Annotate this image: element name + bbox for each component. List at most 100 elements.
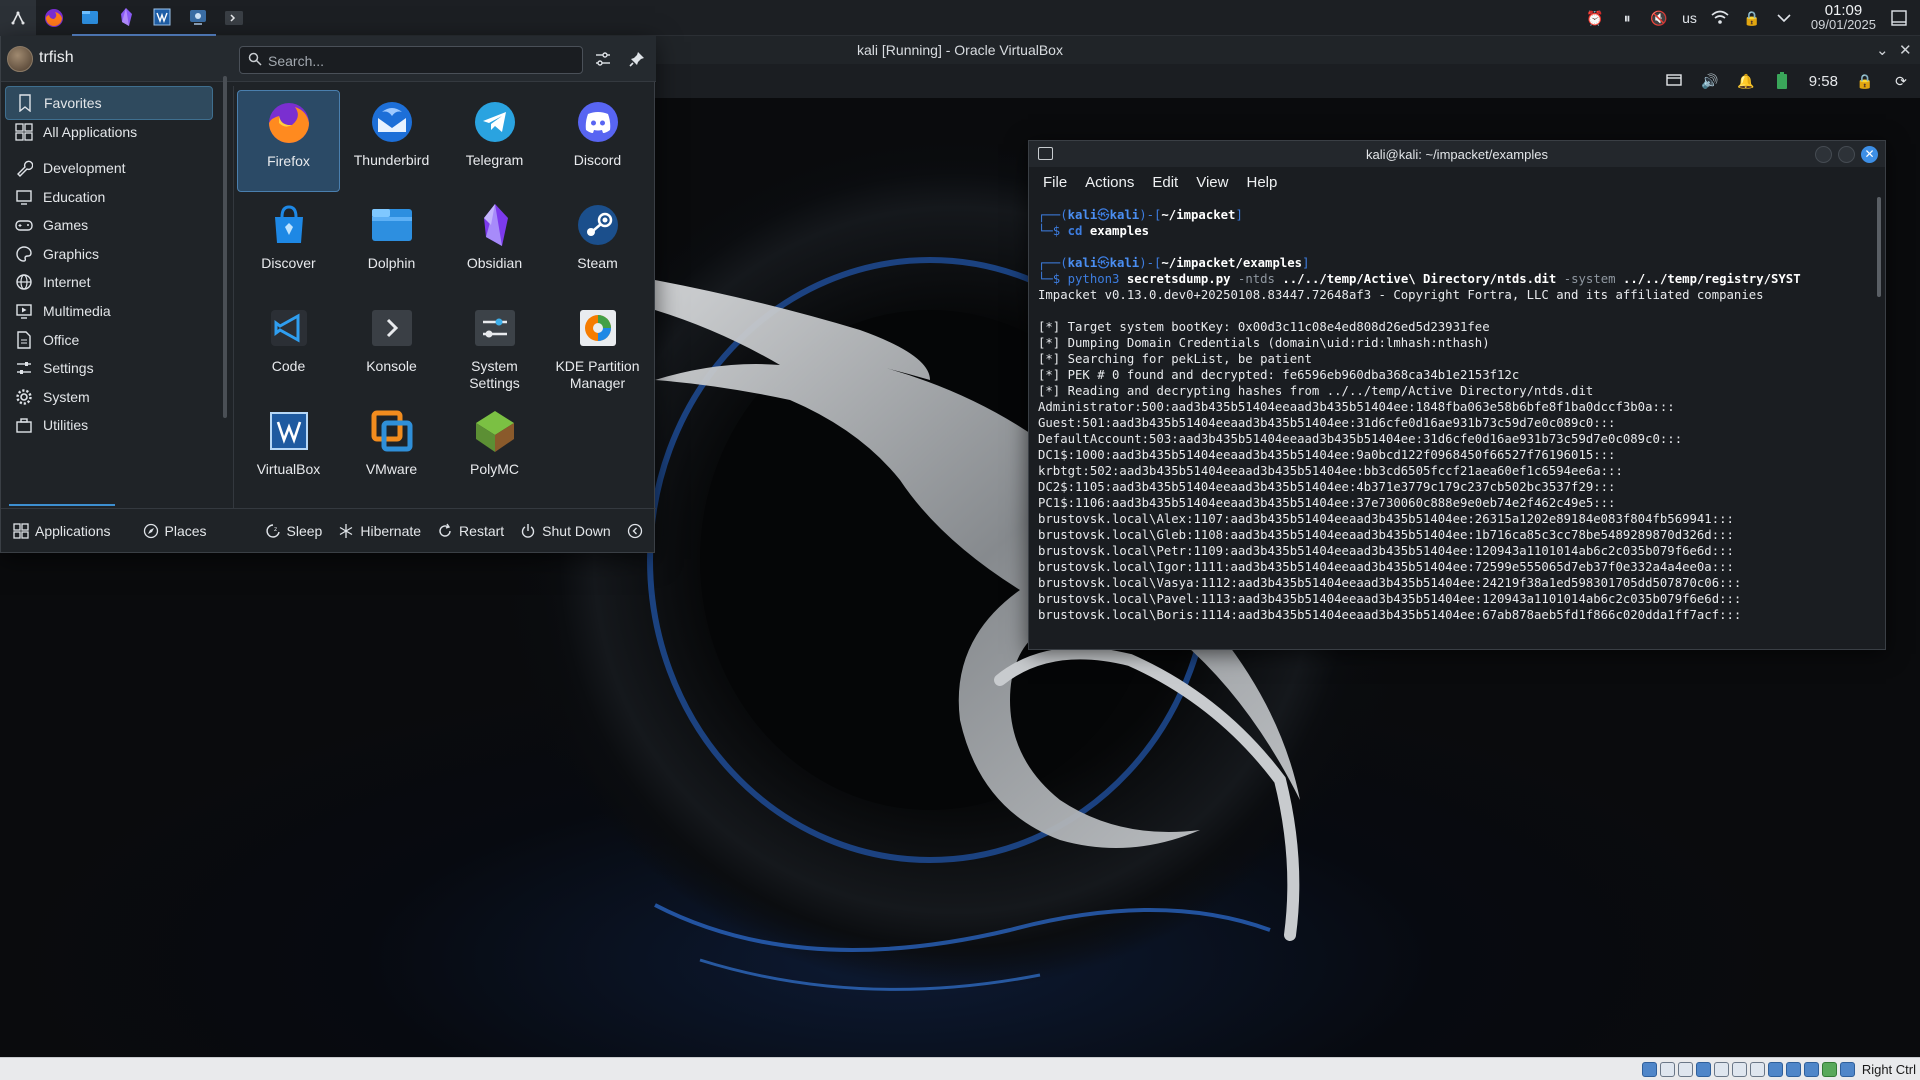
cpu-icon[interactable] — [1785, 1061, 1801, 1077]
power-icon[interactable]: ⟳ — [1892, 72, 1910, 90]
digital-clock[interactable]: 01:09 09/01/2025 — [1810, 3, 1876, 32]
terminal-menubar: File Actions Edit View Help — [1029, 167, 1885, 197]
command-script: secretsdump.py — [1126, 272, 1231, 286]
close-icon[interactable]: ✕ — [1899, 41, 1912, 59]
output-line: PC1$:1106:aad3b435b51404eeaad3b435b51404… — [1038, 496, 1616, 510]
app-launcher-icon[interactable] — [0, 0, 36, 36]
sidebar-item-label: Internet — [43, 274, 91, 291]
system-tray: ⏰ ⏸ 🔇 us 🔒 01:09 09/01/2025 — [1586, 0, 1920, 36]
app-tile-kde-partition-manager[interactable]: KDE Partition Manager — [546, 296, 649, 398]
sleep-icon: z — [265, 524, 280, 538]
chevron-down-icon[interactable] — [1775, 9, 1793, 27]
prompt-user: kali — [1067, 256, 1098, 270]
app-tile-steam[interactable]: Steam — [546, 193, 649, 295]
app-tile-dolphin[interactable]: Dolphin — [340, 193, 443, 295]
mouse-integration-icon[interactable] — [1821, 1061, 1837, 1077]
output-line: krbtgt:502:aad3b435b51404eeaad3b435b5140… — [1038, 464, 1623, 478]
clock-date: 09/01/2025 — [1810, 17, 1876, 32]
app-tile-discord[interactable]: Discord — [546, 90, 649, 192]
more-button[interactable] — [621, 516, 649, 546]
lock-icon[interactable]: 🔒 — [1743, 9, 1761, 27]
tab-places[interactable]: Places — [137, 516, 213, 546]
app-tile-discover[interactable]: Discover — [237, 193, 340, 295]
steam-icon — [574, 201, 622, 249]
media-pause-icon[interactable]: ⏸ — [1618, 9, 1636, 27]
menu-file[interactable]: File — [1043, 174, 1067, 191]
restart-button[interactable]: Restart — [431, 516, 510, 546]
virtualization-icon[interactable] — [1803, 1061, 1819, 1077]
menu-view[interactable]: View — [1196, 174, 1228, 191]
app-tile-label: Code — [271, 358, 306, 374]
pin-icon[interactable] — [627, 49, 647, 69]
minimize-chevron-icon[interactable]: ⌄ — [1876, 41, 1889, 59]
hibernate-button[interactable]: Hibernate — [332, 516, 427, 546]
recording-icon[interactable] — [1767, 1061, 1783, 1077]
app-tile-vmware[interactable]: VMware — [340, 399, 443, 501]
avatar[interactable] — [7, 46, 33, 72]
screen-icon[interactable] — [1665, 72, 1683, 90]
app-tile-virtualbox[interactable]: VirtualBox — [237, 399, 340, 501]
prompt-path: ~/impacket — [1161, 208, 1236, 222]
sidebar-item-all-applications[interactable]: All Applications — [5, 115, 213, 149]
output-line: DC1$:1000:aad3b435b51404eeaad3b435b51404… — [1038, 448, 1616, 462]
tab-applications[interactable]: Applications — [7, 516, 117, 546]
wifi-icon[interactable] — [1711, 9, 1729, 27]
optical-drive-icon[interactable] — [1659, 1061, 1675, 1077]
app-tile-system-settings[interactable]: System Settings — [443, 296, 546, 398]
shared-folders-icon[interactable] — [1731, 1061, 1747, 1077]
terminal-titlebar[interactable]: kali@kali: ~/impacket/examples ✕ — [1029, 141, 1885, 167]
lock-screen-icon[interactable]: 🔒 — [1856, 72, 1874, 90]
app-tile-telegram[interactable]: Telegram — [443, 90, 546, 192]
close-button[interactable]: ✕ — [1861, 146, 1878, 163]
command-option: -system — [1563, 272, 1616, 286]
dolphin-icon[interactable] — [72, 0, 108, 36]
minimize-button[interactable] — [1815, 146, 1832, 163]
grid-icon — [15, 123, 33, 141]
volume-muted-icon[interactable]: 🔇 — [1650, 9, 1668, 27]
audio-icon[interactable] — [1677, 1061, 1693, 1077]
menu-help[interactable]: Help — [1246, 174, 1277, 191]
menu-actions[interactable]: Actions — [1085, 174, 1134, 191]
konsole-icon[interactable] — [216, 0, 252, 36]
display-icon[interactable] — [1749, 1061, 1765, 1077]
guest-clock[interactable]: 9:58 — [1809, 73, 1838, 90]
virtualbox-icon[interactable] — [144, 0, 180, 36]
terminal-window[interactable]: kali@kali: ~/impacket/examples ✕ File Ac… — [1028, 140, 1886, 650]
network-icon[interactable] — [1695, 1061, 1711, 1077]
sidebar-scrollbar[interactable] — [223, 76, 227, 418]
window-title: kali [Running] - Oracle VirtualBox — [857, 42, 1063, 58]
firefox-icon[interactable] — [36, 0, 72, 36]
show-desktop-icon[interactable] — [1890, 9, 1908, 27]
maximize-button[interactable] — [1838, 146, 1855, 163]
sidebar-item-utilities[interactable]: Utilities — [5, 408, 213, 442]
configure-icon[interactable] — [593, 49, 613, 69]
app-tile-polymc[interactable]: PolyMC — [443, 399, 546, 501]
search-input[interactable] — [268, 51, 568, 71]
shutdown-button[interactable]: Shut Down — [514, 516, 616, 546]
app-tile-label: Dolphin — [367, 255, 416, 271]
usb-icon[interactable] — [1713, 1061, 1729, 1077]
app-tile-konsole[interactable]: Konsole — [340, 296, 443, 398]
app-tile-firefox[interactable]: Firefox — [237, 90, 340, 192]
palette-icon — [15, 245, 33, 263]
output-line: brustovsk.local\Gleb:1108:aad3b435b51404… — [1038, 528, 1734, 542]
keyboard-layout-indicator[interactable]: us — [1682, 10, 1697, 26]
obsidian-icon[interactable] — [108, 0, 144, 36]
network-manager-icon[interactable] — [180, 0, 216, 36]
gear-icon — [15, 388, 33, 406]
app-tile-obsidian[interactable]: Obsidian — [443, 193, 546, 295]
sleep-button[interactable]: z Sleep — [259, 516, 329, 546]
menu-edit[interactable]: Edit — [1152, 174, 1178, 191]
keyboard-capture-icon[interactable] — [1839, 1061, 1855, 1077]
terminal-output[interactable]: ┌──(kali㉿kali)-[~/impacket] └─$ cd examp… — [1038, 207, 1876, 647]
bell-icon[interactable]: 🔔 — [1737, 72, 1755, 90]
search-box[interactable] — [239, 46, 583, 74]
terminal-scrollbar[interactable] — [1877, 197, 1881, 297]
battery-icon[interactable] — [1773, 72, 1791, 90]
app-tile-code[interactable]: Code — [237, 296, 340, 398]
svg-text:z: z — [274, 526, 277, 533]
alarm-icon[interactable]: ⏰ — [1586, 9, 1604, 27]
hard-disk-icon[interactable] — [1641, 1061, 1657, 1077]
volume-icon[interactable]: 🔊 — [1701, 72, 1719, 90]
app-tile-thunderbird[interactable]: Thunderbird — [340, 90, 443, 192]
